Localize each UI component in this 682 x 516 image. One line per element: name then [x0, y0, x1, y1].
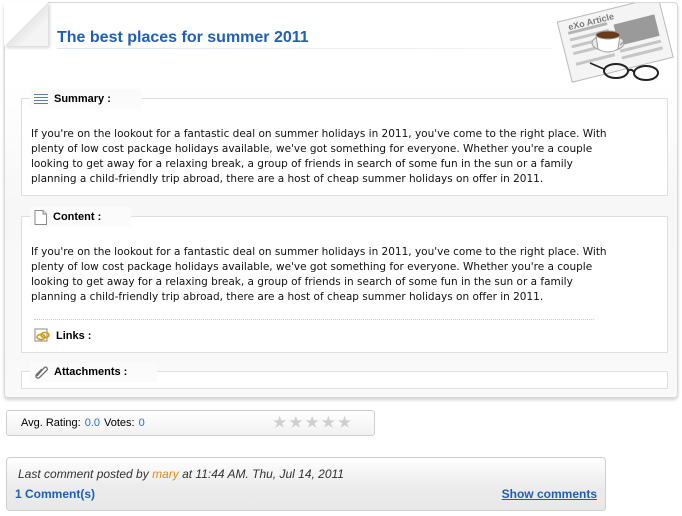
content-label: Content : [53, 211, 102, 223]
rating-star-icon[interactable]: ★ [272, 414, 287, 431]
title-divider [57, 48, 552, 49]
summary-label: Summary : [54, 93, 111, 105]
links-row: Links : [34, 319, 594, 342]
attachments-legend: Attachments : [30, 362, 158, 382]
comment-count-link[interactable]: 1 Comment(s) [15, 487, 95, 501]
summary-legend: Summary : [30, 89, 141, 109]
rating-star-icon[interactable]: ★ [305, 414, 320, 431]
rating-star-icon[interactable]: ★ [337, 414, 352, 431]
avg-rating-value: 0.0 [84, 417, 101, 429]
newspaper-illustration: eXo Article [556, 3, 674, 83]
attachments-section: Attachments : [21, 362, 668, 389]
article-card: The best places for summer 2011 eXo Arti… [4, 2, 678, 398]
article-title: The best places for summer 2011 [57, 29, 309, 46]
rating-star-icon[interactable]: ★ [321, 414, 336, 431]
rating-stars[interactable]: ★ ★ ★ ★ ★ [272, 414, 352, 431]
rating-bar: Avg. Rating: 0.0 Votes: 0 ★ ★ ★ ★ ★ [6, 410, 375, 436]
avg-rating-label: Avg. Rating: [21, 417, 81, 429]
summary-text: If you're on the lookout for a fantastic… [31, 128, 607, 185]
content-legend: Content : [30, 207, 132, 227]
votes-label: Votes: [104, 417, 135, 429]
summary-lines-icon [34, 94, 48, 104]
rating-star-icon[interactable]: ★ [288, 414, 303, 431]
links-icon [34, 328, 50, 342]
show-comments-link[interactable]: Show comments [502, 487, 597, 501]
links-label: Links : [56, 330, 92, 342]
comment-box: Last comment posted by mary at 11:44 AM.… [6, 457, 606, 511]
last-comment-suffix: at 11:44 AM. Thu, Jul 14, 2011 [182, 467, 344, 481]
page-curl-decoration [4, 2, 48, 46]
attachments-label: Attachments : [54, 366, 128, 378]
last-comment-prefix: Last comment posted by [18, 467, 149, 481]
comment-author-link[interactable]: mary [152, 467, 179, 481]
document-icon [34, 209, 47, 225]
summary-section: Summary : If you're on the lookout for a… [21, 89, 668, 196]
votes-value: 0 [138, 417, 145, 429]
paperclip-icon [35, 366, 48, 379]
last-comment-line: Last comment posted by mary at 11:44 AM.… [18, 467, 344, 481]
content-text: If you're on the lookout for a fantastic… [31, 246, 607, 303]
content-section: Content : If you're on the lookout for a… [21, 207, 668, 353]
